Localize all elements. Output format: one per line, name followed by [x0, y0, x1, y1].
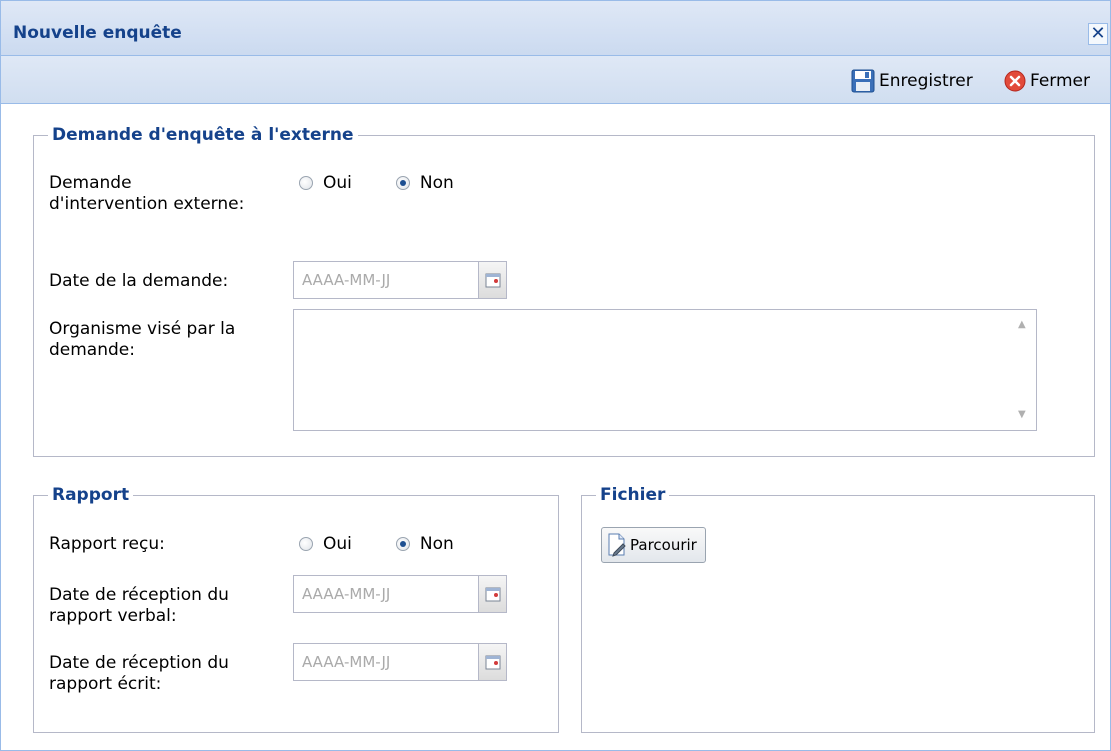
rapport-recu-oui-radio[interactable]: Oui	[299, 534, 352, 554]
close-button-label: Fermer	[1030, 71, 1091, 91]
radio-label: Non	[419, 173, 454, 193]
red-circle-x-icon	[1004, 70, 1026, 92]
radio-label: Oui	[323, 534, 352, 554]
date-verbal-calendar-button[interactable]	[479, 575, 507, 613]
intervention-label: Demande d'intervention externe:	[49, 173, 245, 214]
radio-circle-icon	[299, 537, 313, 551]
rapport-recu-radio-group: Oui Non	[299, 534, 498, 554]
toolbar: Enregistrer Fermer	[1, 56, 1110, 104]
save-button-label: Enregistrer	[879, 71, 973, 91]
calendar-icon	[485, 273, 500, 288]
organisme-textarea[interactable]	[293, 309, 1037, 431]
save-button[interactable]: Enregistrer	[851, 68, 973, 94]
title-bar[interactable]: Nouvelle enquête ✕	[1, 1, 1110, 56]
rapport-recu-non-radio[interactable]: Non	[395, 534, 454, 554]
calendar-icon	[485, 655, 500, 670]
fieldset-fichier-legend: Fichier	[600, 485, 666, 505]
radio-checked-icon	[395, 537, 410, 551]
date-ecrit-label: Date de réception du rapport écrit:	[49, 653, 229, 694]
date-ecrit-input[interactable]	[293, 643, 479, 681]
radio-label: Oui	[323, 173, 352, 193]
floppy-disk-icon	[851, 69, 875, 93]
window-title: Nouvelle enquête	[13, 23, 182, 43]
document-pen-icon	[608, 533, 626, 557]
date-demande-label: Date de la demande:	[49, 271, 229, 291]
scroll-up-icon[interactable]: ▲	[1018, 319, 1096, 330]
organisme-label: Organisme visé par la demande:	[49, 319, 236, 360]
intervention-radio-group: Oui Non	[299, 173, 498, 193]
radio-circle-icon	[299, 176, 313, 190]
close-window-icon[interactable]: ✕	[1088, 23, 1108, 45]
fieldset-demande-legend: Demande d'enquête à l'externe	[52, 125, 354, 145]
intervention-oui-radio[interactable]: Oui	[299, 173, 352, 193]
date-demande-calendar-button[interactable]	[479, 261, 507, 299]
date-demande-input[interactable]	[293, 261, 479, 299]
fieldset-fichier: Fichier	[581, 485, 1095, 733]
radio-label: Non	[419, 534, 454, 554]
intervention-non-radio[interactable]: Non	[395, 173, 454, 193]
rapport-recu-label: Rapport reçu:	[49, 534, 165, 554]
date-verbal-label: Date de réception du rapport verbal:	[49, 585, 229, 626]
scroll-down-icon[interactable]: ▼	[1018, 409, 1096, 420]
fieldset-rapport-legend: Rapport	[52, 485, 130, 505]
date-ecrit-calendar-button[interactable]	[479, 643, 507, 681]
browse-button[interactable]: Parcourir	[601, 527, 706, 563]
calendar-icon	[485, 587, 500, 602]
close-button[interactable]: Fermer	[1004, 68, 1090, 94]
radio-checked-icon	[395, 176, 410, 190]
date-verbal-input[interactable]	[293, 575, 479, 613]
browse-button-label: Parcourir	[630, 536, 697, 554]
dialog-window: Nouvelle enquête ✕ Enregistrer Fermer De…	[0, 0, 1111, 751]
